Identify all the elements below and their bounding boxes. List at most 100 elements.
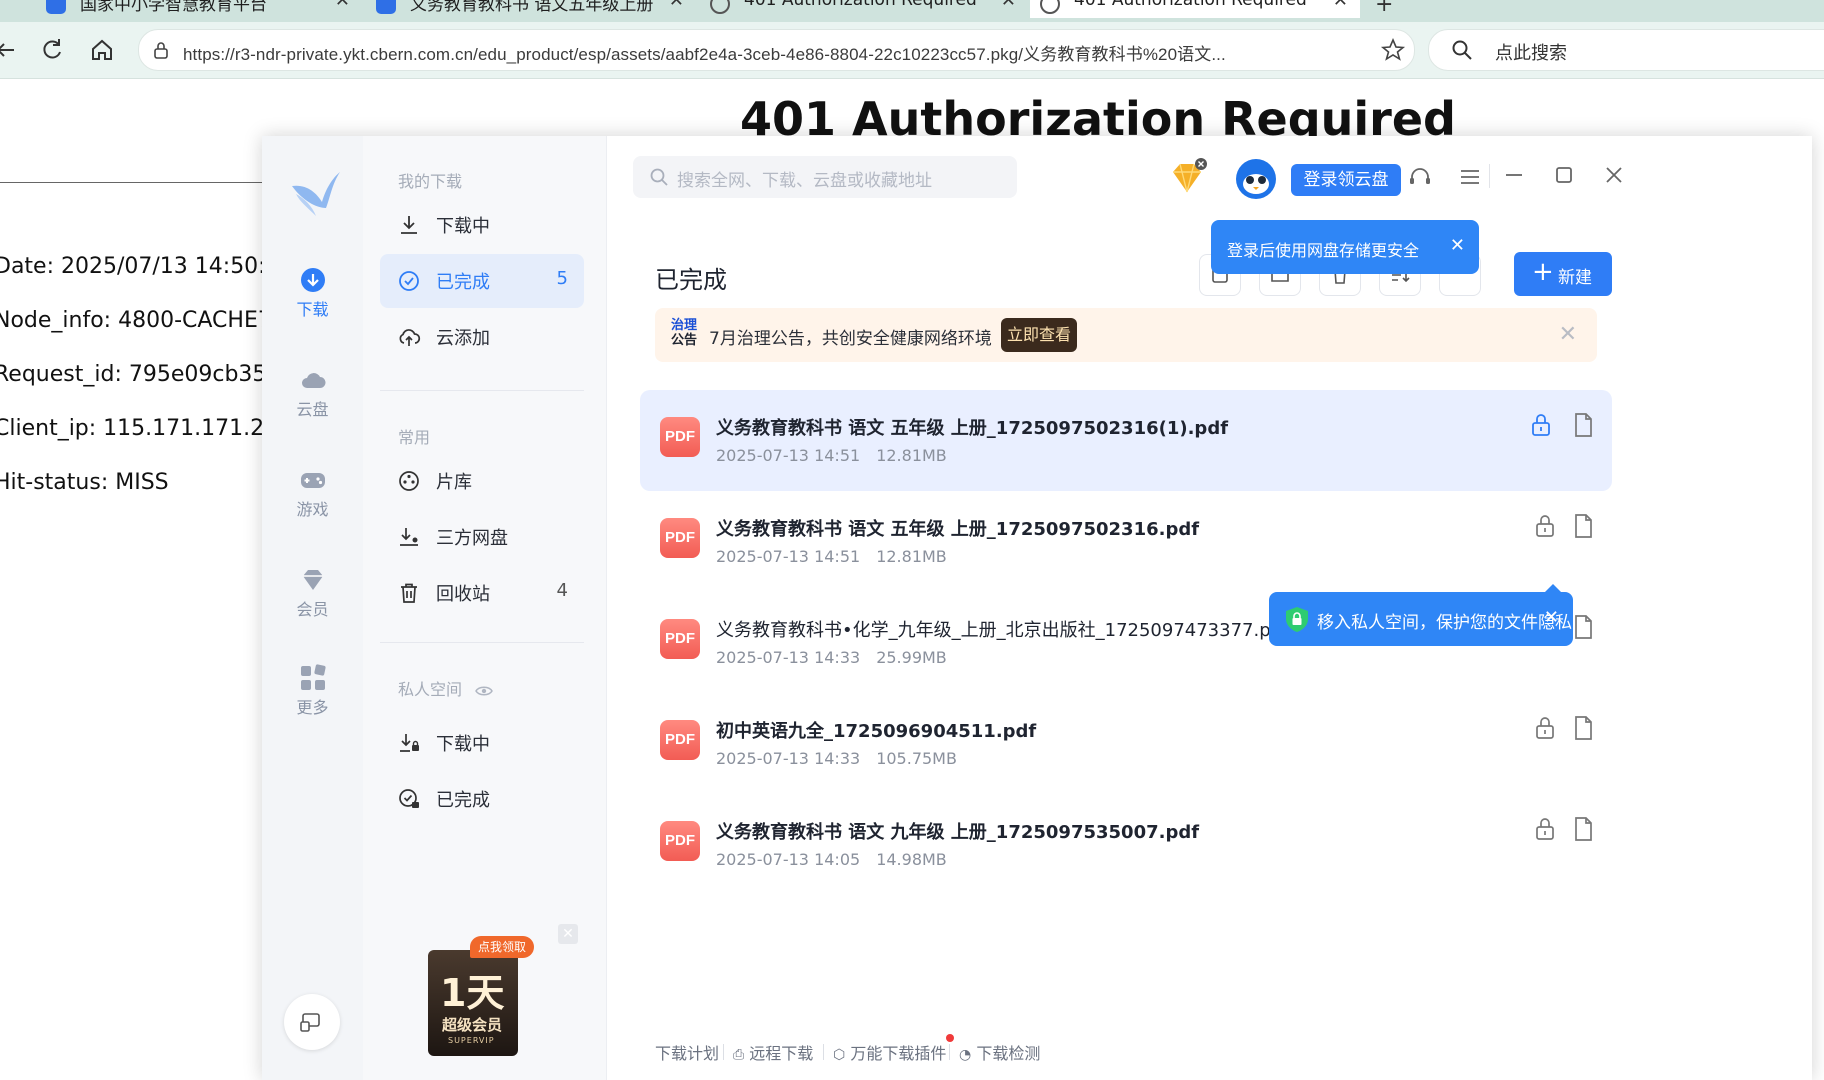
login-button[interactable]: 登录领云盘 (1291, 164, 1401, 196)
nav-item-downloading[interactable]: 下载中 (380, 198, 584, 252)
browser-tab[interactable]: 义务教育教科书 语文五年级上册 ✕ (366, 0, 696, 18)
new-task-button[interactable]: + 新建 (1514, 252, 1612, 296)
browser-search-bar[interactable]: 点此搜索 (1428, 29, 1824, 71)
close-icon[interactable]: ✕ (1333, 0, 1348, 11)
close-icon[interactable]: ✕ (1544, 607, 1559, 628)
file-row[interactable]: PDF 初中英语九全_1725096904511.pdf 2025-07-13 … (640, 693, 1612, 794)
file-icon[interactable] (1571, 513, 1595, 539)
url-text: https://r3-ndr-private.ykt.cbern.com.cn/… (183, 45, 1226, 64)
close-icon[interactable]: ✕ (1001, 0, 1016, 11)
nav-item-private-completed[interactable]: 已完成 (380, 772, 584, 826)
vip-diamond-icon[interactable] (1167, 158, 1207, 198)
file-icon[interactable] (1571, 412, 1595, 438)
lock-icon[interactable] (151, 40, 171, 60)
promo-close-icon[interactable]: ✕ (558, 924, 578, 944)
nav-header-private: 私人空间 (398, 676, 493, 700)
rail-item-download[interactable]: 下载 (262, 266, 363, 320)
maximize-icon[interactable] (1551, 162, 1577, 188)
nav-item-label: 下载中 (436, 734, 490, 755)
nav-item-cloud-add[interactable]: 云添加 (380, 310, 584, 364)
pdf-icon: PDF (660, 720, 700, 760)
address-bar[interactable]: https://r3-ndr-private.ykt.cbern.com.cn/… (138, 29, 1415, 71)
file-icon[interactable] (1571, 816, 1595, 842)
promo-tag: 点我领取 (470, 936, 535, 958)
login-tooltip: 登录后使用网盘存储更安全 ✕ (1211, 220, 1479, 274)
film-reel-icon (399, 471, 419, 491)
info-line-request: Request_id: 795e09cb3520 (0, 362, 295, 387)
file-name: 义务教育教科书•化学_九年级_上册_北京出版社_1725097473377.pd… (716, 620, 1289, 641)
browser-tab[interactable]: 国家中小学智慧教育平台 ✕ (36, 0, 362, 18)
vip-promo-badge[interactable]: 1天 超级会员 SUPERVIP 点我领取 (428, 936, 535, 1056)
notice-view-button[interactable]: 立即查看 (1001, 318, 1077, 352)
cloud-upload-icon (399, 329, 421, 346)
lock-icon[interactable] (1533, 816, 1557, 842)
nav-item-count: 4 (556, 580, 568, 601)
close-icon[interactable] (1601, 162, 1627, 188)
tab-title: 401 Authorization Required (744, 0, 977, 10)
file-name: 义务教育教科书 语文 五年级 上册_1725097502316(1).pdf (716, 418, 1229, 439)
home-icon[interactable] (88, 36, 116, 64)
device-button[interactable] (284, 994, 340, 1050)
file-row[interactable]: PDF 义务教育教科书 语文 五年级 上册_1725097502316.pdf … (640, 491, 1612, 592)
footer-label: 远程下载 (749, 1044, 814, 1063)
file-row[interactable]: PDF 义务教育教科书 语文 五年级 上册_1725097502316(1).p… (640, 390, 1612, 491)
minimize-icon[interactable] (1501, 162, 1527, 188)
lock-icon[interactable] (1529, 412, 1553, 438)
footer-download-check[interactable]: ◔ 下载检测 (959, 1040, 1040, 1064)
remote-icon: ⎙ (733, 1047, 745, 1063)
promo-card: 1天 超级会员 SUPERVIP (428, 950, 518, 1056)
footer-download-plan[interactable]: 下载计划 (655, 1040, 719, 1064)
pdf-icon: PDF (660, 619, 700, 659)
rail-item-vip[interactable]: 会员 (262, 566, 363, 620)
pdf-icon: PDF (660, 518, 700, 558)
nav-header-label: 私人空间 (398, 680, 463, 699)
info-line-date: Date: 2025/07/13 14:50:12 (0, 254, 294, 279)
back-icon[interactable] (0, 36, 20, 64)
rail-item-more[interactable]: 更多 (262, 664, 363, 718)
nav-item-label: 片库 (436, 472, 472, 493)
footer-plugin[interactable]: ⬡ 万能下载插件 (833, 1034, 955, 1064)
eye-icon[interactable] (475, 684, 493, 698)
nav-item-recycle-bin[interactable]: 回收站 4 (380, 566, 584, 620)
app-search-input[interactable]: 搜索全网、下载、云盘或收藏地址 (633, 156, 1017, 198)
browser-tab[interactable]: 401 Authorization Required ✕ (700, 0, 1028, 18)
lock-icon[interactable] (1533, 715, 1557, 741)
divider (380, 642, 584, 643)
divider (823, 1044, 824, 1060)
download-icon (300, 268, 325, 292)
menu-icon[interactable] (1457, 164, 1483, 190)
search-icon (650, 168, 668, 186)
file-icon[interactable] (1571, 715, 1595, 741)
nav-item-third-party-disk[interactable]: 三方网盘 (380, 510, 584, 564)
grid-icon (300, 664, 326, 690)
nav-item-count: 5 (556, 268, 568, 289)
lock-icon[interactable] (1533, 513, 1557, 539)
close-icon[interactable]: ✕ (669, 0, 684, 11)
nav-item-completed[interactable]: 已完成 5 (380, 254, 584, 308)
file-icon[interactable] (1571, 614, 1595, 640)
new-tab-icon[interactable]: + (1375, 0, 1393, 17)
rail-item-games[interactable]: 游戏 (262, 466, 363, 520)
tooltip-text: 登录后使用网盘存储更安全 (1227, 241, 1420, 260)
close-icon[interactable]: ✕ (335, 0, 350, 11)
globe-icon (1040, 0, 1060, 14)
close-icon[interactable]: ✕ (1450, 235, 1465, 256)
star-icon[interactable] (1380, 37, 1406, 63)
browser-tab-active[interactable]: 401 Authorization Required ✕ (1030, 0, 1360, 18)
nav-item-library[interactable]: 片库 (380, 454, 584, 508)
main-content: 搜索全网、下载、云盘或收藏地址 登录领云盘 已完成 + 新建 登录后使用网盘存储… (607, 136, 1812, 1080)
rail-label: 游戏 (296, 500, 329, 519)
nav-item-private-downloading[interactable]: 下载中 (380, 716, 584, 770)
divider (949, 1044, 950, 1060)
file-meta: 2025-07-13 14:51 12.81MB (716, 446, 947, 465)
download-manager-window: 下载 云盘 游戏 会员 更多 我的下载 下载中 已完成 5 云添加 常用 片库 … (262, 136, 1812, 1080)
search-icon (1452, 40, 1472, 60)
reload-icon[interactable] (38, 36, 66, 64)
close-icon[interactable]: ✕ (1559, 322, 1577, 347)
device-icon (300, 1013, 320, 1032)
file-row[interactable]: PDF 义务教育教科书 语文 九年级 上册_1725097535007.pdf … (640, 794, 1612, 895)
avatar[interactable] (1235, 158, 1277, 200)
rail-item-cloud[interactable]: 云盘 (262, 366, 363, 420)
headset-icon[interactable] (1407, 164, 1433, 190)
footer-remote-download[interactable]: ⎙ 远程下载 (733, 1040, 813, 1064)
